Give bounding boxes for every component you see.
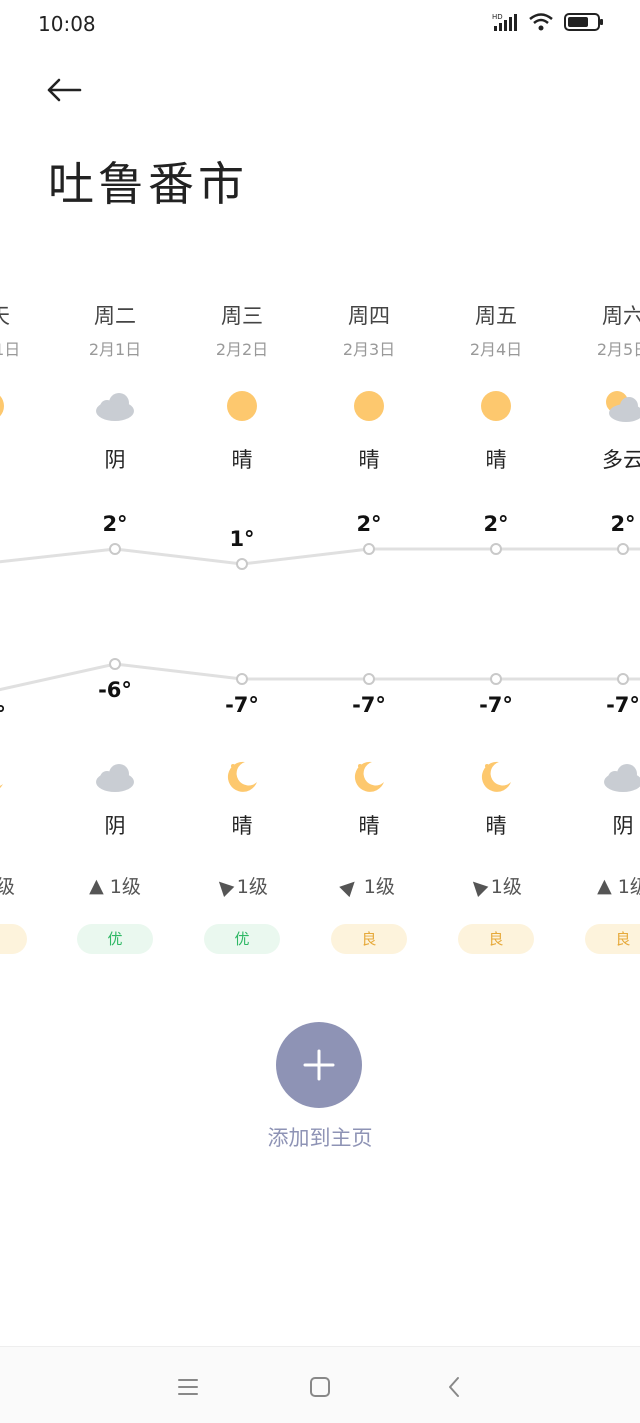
night-condition: 阴 [612,814,634,838]
wind-direction-icon: ▲ [337,872,364,899]
cloud-icon [52,386,178,426]
wind: ▲1级 [0,872,52,899]
day-date: 2月4日 [469,340,523,359]
city-title: 吐鲁番市 [48,157,248,211]
signal-icon: HD [492,12,518,36]
forecast-day[interactable]: 周四 2月3日 晴 2° -7° 晴 ▲ 1级 良 [306,290,432,970]
partly-cloudy-icon [560,386,640,426]
night-condition: 晴 [358,814,380,838]
square-home-icon [310,1377,330,1397]
cloud-icon [52,757,178,797]
chevron-left-icon [449,1377,459,1397]
moon-icon [433,757,559,797]
high-temp: 2° [102,512,128,536]
wind-level: 1级 [236,876,268,898]
wind: ▲1级 [52,872,178,899]
arrow-left-icon [47,78,82,102]
day-name: 周六 [602,304,640,328]
high-temp: 1° [0,537,52,561]
low-temp: -6° [98,678,132,702]
wifi-icon [528,12,554,36]
wind-level: 1级 [617,876,640,898]
aqi-badge: 良 [331,924,407,954]
aqi-badge: 良 [585,924,640,954]
plus-icon [303,1049,335,1081]
wind-level: 1级 [490,876,522,898]
nav-back-button[interactable] [436,1369,472,1405]
wind: ▲1级 [433,872,559,899]
high-temp: 2° [356,512,382,536]
moon-icon [306,757,432,797]
moon-icon [0,757,52,797]
day-name: 周五 [475,304,517,328]
wind-direction-icon: ▲ [597,874,612,897]
wind-direction-icon: ▲ [210,872,237,899]
day-condition: 晴 [485,448,507,472]
day-condition: 晴 [358,448,380,472]
low-temp: -8° [0,702,6,726]
sun-icon [179,386,305,426]
aqi-badge: 良 [0,924,27,954]
wind: ▲1级 [306,872,432,899]
home-button[interactable] [302,1369,338,1405]
day-date: 2月3日 [342,340,396,359]
day-name: 周天 [0,300,52,330]
day-date: 2月1日 [88,340,142,359]
forecast-day[interactable]: 周六 2月5日 多云 2° -7° 阴 ▲1级 良 [560,290,640,970]
day-date: 2月2日 [215,340,269,359]
forecast-day[interactable]: 周二 2月1日 阴 2° -6° 阴 ▲ 1级 优 [52,290,178,970]
battery-icon [564,12,604,36]
high-temp: 2° [483,512,509,536]
moon-icon [179,757,305,797]
day-name: 周四 [348,304,390,328]
forecast-day[interactable]: 周五 2月4日 晴 2° -7° 晴 ▲ 1级 良 [433,290,559,970]
wind-level: 1级 [363,876,395,898]
sun-icon [433,386,559,426]
wind-level: 1级 [109,876,141,898]
forecast-day[interactable]: 周三 2月2日 晴 1° -7° 晴 ▲ 1级 优 [179,290,305,970]
sun-icon [0,386,52,426]
navigation-bar [0,1346,640,1423]
wind-direction-icon: ▲ [89,874,104,897]
menu-button[interactable] [170,1369,206,1405]
wind: ▲1级 [560,872,640,899]
wind-direction-icon: ▲ [464,872,491,899]
day-date: 1月31日 [0,340,21,359]
aqi-badge: 优 [77,924,153,954]
night-condition: 阴 [104,814,126,838]
aqi-badge: 优 [204,924,280,954]
wind-level: 1级 [0,876,15,898]
high-temp: 1° [229,527,255,551]
cloud-icon [560,757,640,797]
forecast-strip[interactable]: 周天 1月31日 晴 1° -8° 晴 ▲1级 良 周二 2月1日 阴 2° -… [0,290,640,970]
night-condition: 晴 [485,814,507,838]
day-name: 周二 [94,304,136,328]
aqi-badge: 良 [458,924,534,954]
day-condition: 多云 [602,448,640,472]
day-condition: 晴 [231,448,253,472]
low-temp: -7° [479,693,513,717]
day-name: 周三 [221,304,263,328]
menu-icon [178,1379,198,1395]
day-date: 2月5日 [596,340,640,359]
night-condition: 晴 [231,814,253,838]
sun-icon [306,386,432,426]
add-to-home-label[interactable]: 添加到主页 [0,1122,640,1152]
day-condition: 阴 [104,448,126,472]
low-temp: -7° [352,693,386,717]
status-icons: HD [492,12,604,36]
day-condition: 晴 [0,444,52,474]
low-temp: -7° [606,693,640,717]
night-condition: 晴 [0,810,52,840]
high-temp: 2° [610,512,636,536]
low-temp: -7° [225,693,259,717]
wind: ▲1级 [179,872,305,899]
status-time: 10:08 [38,12,96,36]
forecast-day[interactable]: 周天 1月31日 晴 1° -8° 晴 ▲1级 良 [0,290,52,970]
hd-badge: HD [492,13,503,21]
add-to-home-button[interactable] [276,1022,362,1108]
back-button[interactable] [44,70,84,110]
